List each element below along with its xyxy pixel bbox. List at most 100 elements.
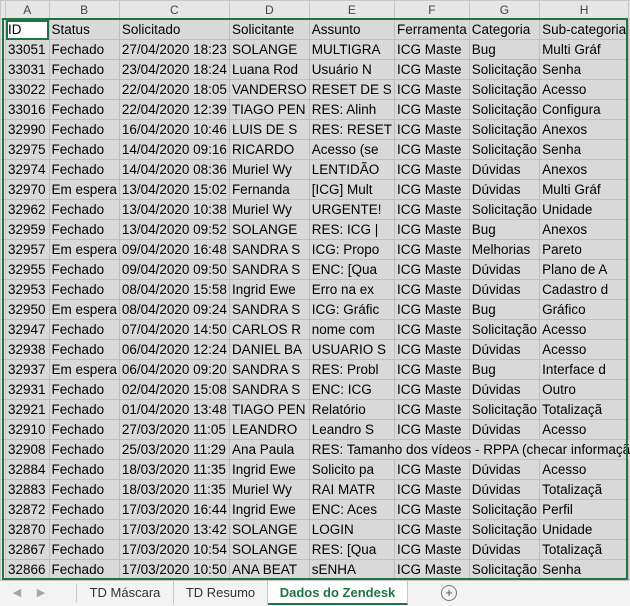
table-cell[interactable]: ICG Maste <box>393 59 470 80</box>
table-cell[interactable]: 13/04/2020 15:02 <box>118 179 230 200</box>
table-cell[interactable]: ICG Maste <box>393 419 470 440</box>
table-cell[interactable]: LENTIDÃO <box>308 159 395 180</box>
table-cell[interactable]: ICG Maste <box>393 199 470 220</box>
table-cell[interactable]: DANIEL BA <box>228 339 310 360</box>
table-cell[interactable]: Fechado <box>48 159 120 180</box>
table-cell[interactable]: ENC: Aces <box>308 499 395 520</box>
table-cell[interactable]: ICG Maste <box>393 399 470 420</box>
table-cell[interactable]: Dúvidas <box>468 379 541 400</box>
table-cell[interactable]: Melhorias <box>468 239 541 260</box>
table-cell[interactable]: 14/04/2020 08:36 <box>118 159 230 180</box>
header-cell[interactable]: Solicitado <box>118 19 230 40</box>
table-cell[interactable]: 17/03/2020 16:44 <box>118 499 230 520</box>
table-cell[interactable]: Muriel Wy <box>228 479 310 500</box>
add-sheet-icon[interactable]: + <box>441 585 457 601</box>
table-cell[interactable]: 32867 <box>5 539 50 560</box>
table-cell[interactable]: Solicitação <box>468 499 541 520</box>
table-cell[interactable]: URGENTE! <box>308 199 395 220</box>
table-cell[interactable]: Unidade <box>539 199 630 220</box>
table-cell[interactable]: Outro <box>539 379 630 400</box>
table-cell[interactable]: Fechado <box>48 119 120 140</box>
table-cell[interactable]: ICG Maste <box>393 79 470 100</box>
table-cell[interactable]: ENC: [Qua <box>308 259 395 280</box>
table-cell[interactable]: 32938 <box>5 339 50 360</box>
table-cell[interactable]: Bug <box>468 299 541 320</box>
table-cell[interactable]: SANDRA S <box>228 359 310 380</box>
table-cell[interactable]: Configura <box>539 99 630 120</box>
table-cell[interactable]: VANDERSO <box>228 79 310 100</box>
tab-dados-do-zendesk[interactable]: Dados do Zendesk <box>268 581 408 605</box>
table-cell[interactable]: Solicitação <box>468 99 541 120</box>
table-cell[interactable]: Em espera <box>48 239 120 260</box>
table-cell[interactable]: Fechado <box>48 319 120 340</box>
table-cell[interactable]: Relatório <box>308 399 395 420</box>
table-cell[interactable]: Solicitação <box>468 319 541 340</box>
table-cell[interactable]: LEANDRO <box>228 419 310 440</box>
table-cell[interactable]: 33016 <box>5 99 50 120</box>
table-cell[interactable]: Anexos <box>539 219 630 240</box>
table-cell[interactable]: sENHA <box>308 559 395 580</box>
header-cell[interactable]: Sub-categoria <box>539 19 630 40</box>
table-cell[interactable]: Gráfico <box>539 299 630 320</box>
table-cell[interactable]: Anexos <box>539 159 630 180</box>
table-cell[interactable]: RES: ICG | <box>308 219 395 240</box>
table-cell[interactable]: Acesso <box>539 459 630 480</box>
table-cell[interactable]: Ingrid Ewe <box>228 279 310 300</box>
table-cell[interactable]: ICG Maste <box>393 159 470 180</box>
table-cell[interactable]: 32957 <box>5 239 50 260</box>
table-cell[interactable]: Dúvidas <box>468 479 541 500</box>
table-cell[interactable]: Solicitação <box>468 59 541 80</box>
table-cell[interactable]: 23/04/2020 18:24 <box>118 59 230 80</box>
table-cell[interactable]: 32931 <box>5 379 50 400</box>
table-cell[interactable]: 14/04/2020 09:16 <box>118 139 230 160</box>
table-cell[interactable]: ANA BEAT <box>228 559 310 580</box>
table-cell[interactable]: CARLOS R <box>228 319 310 340</box>
table-cell[interactable]: 06/04/2020 09:20 <box>118 359 230 380</box>
table-cell[interactable]: Dúvidas <box>468 459 541 480</box>
table-cell[interactable]: 32908 <box>5 439 50 460</box>
table-cell[interactable]: RICARDO <box>228 139 310 160</box>
table-cell[interactable]: Fechado <box>48 419 120 440</box>
table-cell[interactable]: ICG Maste <box>393 119 470 140</box>
table-cell[interactable]: 06/04/2020 12:24 <box>118 339 230 360</box>
table-cell[interactable]: 27/03/2020 11:05 <box>118 419 230 440</box>
table-cell[interactable]: Interface d <box>539 359 630 380</box>
table-cell[interactable]: Usuário N <box>308 59 395 80</box>
column-header-b[interactable]: B <box>48 0 120 20</box>
table-cell[interactable]: ICG Maste <box>393 99 470 120</box>
table-cell[interactable]: 01/04/2020 13:48 <box>118 399 230 420</box>
table-cell[interactable]: Fechado <box>48 99 120 120</box>
next-sheet-icon[interactable]: ▶ <box>34 586 48 600</box>
column-header-f[interactable]: F <box>393 0 470 20</box>
table-cell[interactable]: 13/04/2020 09:52 <box>118 219 230 240</box>
table-cell[interactable]: 18/03/2020 11:35 <box>118 479 230 500</box>
table-cell[interactable]: 17/03/2020 10:50 <box>118 559 230 580</box>
tab-td-resumo[interactable]: TD Resumo <box>174 581 268 605</box>
table-cell[interactable]: 08/04/2020 15:58 <box>118 279 230 300</box>
table-cell[interactable]: Luana Rod <box>228 59 310 80</box>
table-cell[interactable]: SANDRA S <box>228 379 310 400</box>
table-cell[interactable]: TIAGO PEN <box>228 399 310 420</box>
table-cell[interactable]: 32955 <box>5 259 50 280</box>
table-cell[interactable]: Multi Gráf <box>539 39 630 60</box>
table-cell[interactable]: ICG Maste <box>393 499 470 520</box>
table-cell[interactable]: Bug <box>468 359 541 380</box>
table-cell[interactable]: Fechado <box>48 339 120 360</box>
table-cell[interactable]: 32959 <box>5 219 50 240</box>
table-cell[interactable]: ICG Maste <box>393 139 470 160</box>
table-cell[interactable]: RES: RESET <box>308 119 395 140</box>
table-cell[interactable]: ICG Maste <box>393 379 470 400</box>
table-cell[interactable]: 32970 <box>5 179 50 200</box>
table-cell[interactable]: Solicitação <box>468 199 541 220</box>
table-cell[interactable]: Fechado <box>48 379 120 400</box>
table-cell[interactable]: SANDRA S <box>228 299 310 320</box>
table-cell[interactable]: ICG Maste <box>393 299 470 320</box>
spreadsheet-grid[interactable]: ABCDEFGHIIDStatusSolicitadoSolicitanteAs… <box>0 0 630 580</box>
column-header-g[interactable]: G <box>468 0 541 20</box>
header-cell[interactable]: Solicitante <box>228 19 310 40</box>
table-cell[interactable]: ICG Maste <box>393 259 470 280</box>
table-cell[interactable]: SOLANGE <box>228 219 310 240</box>
table-cell[interactable]: Senha <box>539 559 630 580</box>
table-cell[interactable]: nome com <box>308 319 395 340</box>
table-cell[interactable]: Fechado <box>48 139 120 160</box>
